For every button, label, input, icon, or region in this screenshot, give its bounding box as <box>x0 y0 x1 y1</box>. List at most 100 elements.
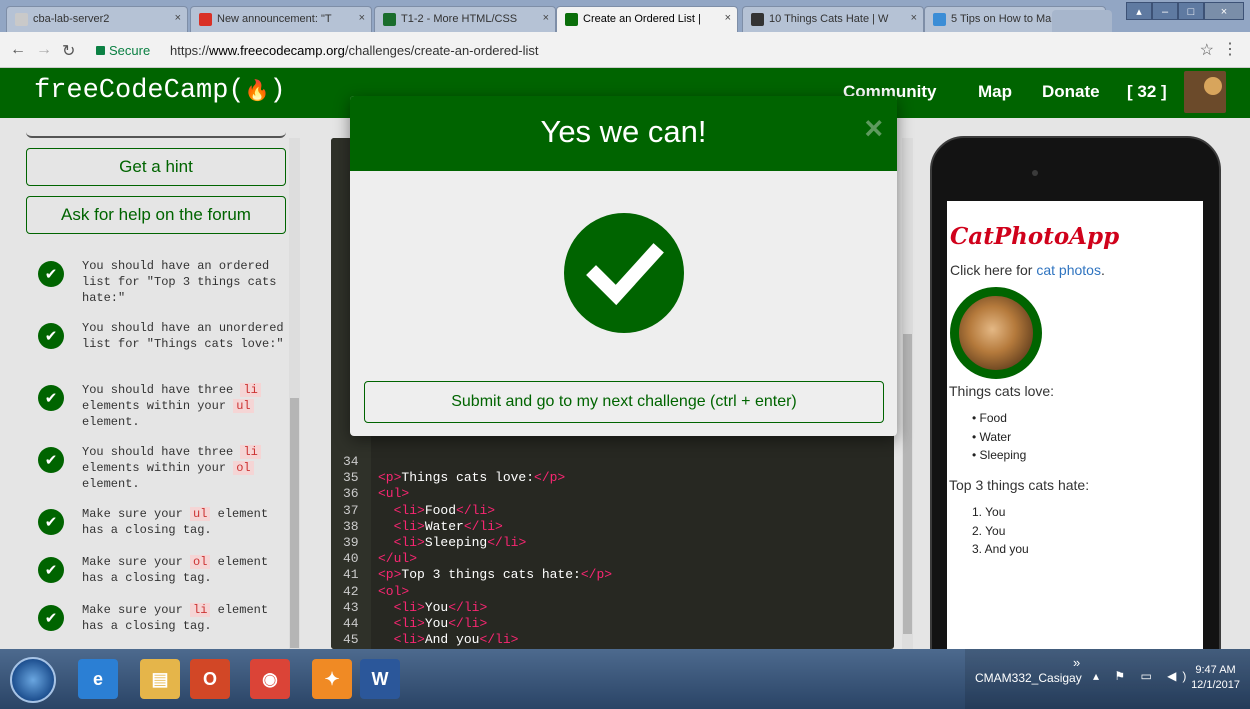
list-item: 3. And you <box>972 542 1029 556</box>
list-item: • Water <box>972 429 1012 444</box>
clock[interactable]: 9:47 AM 12/1/2017 <box>1191 663 1240 693</box>
system-tray: CMAM332_Casigay » ▴ ⚑ ▭ ◀) 9:47 AM 12/1/… <box>965 649 1250 709</box>
tab-close-icon[interactable]: × <box>725 12 731 24</box>
chrome-icon[interactable]: ◉ <box>250 659 290 699</box>
line-number: 35 <box>343 470 359 486</box>
new-tab-button[interactable] <box>1052 10 1112 32</box>
tab-favicon-icon <box>199 13 212 26</box>
tab-label: T1-2 - More HTML/CSS <box>401 13 518 25</box>
reload-icon[interactable]: ↻ <box>62 41 75 61</box>
tab-close-icon[interactable]: × <box>911 12 917 24</box>
click-here-suffix: . <box>1100 262 1105 278</box>
tab-favicon-icon <box>383 13 396 26</box>
cat-photo-image[interactable] <box>950 287 1042 379</box>
ask-forum-button[interactable]: Ask for help on the forum <box>26 196 286 234</box>
tab-close-icon[interactable]: × <box>175 12 181 24</box>
phone-speaker <box>1032 170 1038 176</box>
list-item: • Sleeping <box>972 448 1027 462</box>
list-item: 2. You <box>972 523 1006 538</box>
list-item: • Food <box>972 411 1007 425</box>
window-extra-button[interactable]: ▴ <box>1126 2 1152 20</box>
test-text-part: elements within your <box>82 461 234 475</box>
office-icon[interactable]: O <box>190 659 230 699</box>
code-line: 43 <li>You</li> <box>331 600 894 616</box>
line-number: 44 <box>343 615 359 631</box>
inline-code: ul <box>233 399 254 413</box>
test-text-part: element. <box>82 477 140 491</box>
code-line: 38 <li>Water</li> <box>331 519 894 535</box>
line-source: <p>Top 3 things cats hate:</p> <box>378 567 613 583</box>
instructions-panel: Get a hint Ask for help on the forum ✔ Yo… <box>0 118 300 649</box>
line-source: <li>Sleeping</li> <box>393 534 527 550</box>
code-line: 44 <li>You</li> <box>331 616 894 632</box>
address-bar: ← → ↻ Secure https://www.freecodecamp.or… <box>0 32 1250 68</box>
code-line: 35 <p>Things cats love:</p> <box>331 470 894 486</box>
browser-tab[interactable]: New announcement: "T × <box>190 6 372 32</box>
fcc-logo[interactable]: freeCodeCamp(🔥) <box>34 76 286 106</box>
tray-user-label[interactable]: CMAM332_Casigay <box>975 671 1082 685</box>
close-window-button[interactable]: × <box>1204 2 1244 20</box>
expand-toolbar-icon[interactable]: » <box>1073 655 1080 670</box>
browser-tab[interactable]: Create an Ordered List | × <box>556 6 738 32</box>
test-text-part: element. <box>82 415 140 429</box>
code-line: 37 <li>Food</li> <box>331 503 894 519</box>
test-text-part: Make sure your <box>82 603 191 617</box>
test-item: ✔ You should have three li elements withi… <box>38 444 288 492</box>
test-text: You should have an unordered list for "T… <box>82 321 284 351</box>
forward-icon[interactable]: → <box>36 41 52 59</box>
points-badge[interactable]: [ 32 ] <box>1127 82 1167 102</box>
line-number: 40 <box>343 551 359 567</box>
close-icon[interactable]: × <box>864 110 883 147</box>
firefox-icon[interactable]: ✦ <box>312 659 352 699</box>
start-button[interactable] <box>10 657 56 703</box>
browser-menu-icon[interactable]: ⋮ <box>1222 39 1238 59</box>
scrollbar-thumb[interactable] <box>290 398 299 648</box>
inline-code: li <box>240 383 261 397</box>
browser-tab[interactable]: 10 Things Cats Hate | W × <box>742 6 924 32</box>
modal-title: Yes we can! <box>540 114 707 149</box>
ie-icon[interactable]: e <box>78 659 118 699</box>
word-icon[interactable]: W <box>360 659 400 699</box>
test-text-part: Make sure your <box>82 507 191 521</box>
test-text-part: elements within your <box>82 399 234 413</box>
test-item: ✔ Make sure your li element has a closing… <box>38 602 288 634</box>
get-hint-button[interactable]: Get a hint <box>26 148 286 186</box>
browser-tab[interactable]: cba-lab-server2 × <box>6 6 188 32</box>
line-number: 39 <box>343 534 359 550</box>
tab-label: 5 Tips on How to Make <box>951 13 1063 25</box>
tab-close-icon[interactable]: × <box>359 12 365 24</box>
explorer-icon[interactable]: ▤ <box>140 659 180 699</box>
avatar[interactable] <box>1184 71 1226 113</box>
minimize-button[interactable]: – <box>1152 2 1178 20</box>
instructions-scrollbar[interactable] <box>289 138 300 649</box>
browser-tab[interactable]: T1-2 - More HTML/CSS × <box>374 6 556 32</box>
inline-code: ul <box>190 507 211 521</box>
tray-icons[interactable]: ▴ ⚑ ▭ ◀) <box>1093 669 1192 683</box>
nav-link-donate[interactable]: Donate <box>1042 82 1100 102</box>
tab-close-icon[interactable]: × <box>543 12 549 24</box>
test-pass-check-icon: ✔ <box>38 447 64 473</box>
submit-next-challenge-button[interactable]: Submit and go to my next challenge (ctrl… <box>364 381 884 423</box>
editor-scrollbar[interactable] <box>902 138 913 649</box>
line-source: <li>Food</li> <box>393 502 496 518</box>
url-input[interactable]: Secure https://www.freecodecamp.org/chal… <box>88 37 1208 63</box>
test-text: Make sure your ul element has a closing … <box>82 507 268 537</box>
test-item: ✔ Make sure your ol element has a closing… <box>38 554 288 586</box>
line-source: <li>You</li> <box>393 615 488 631</box>
bookmark-star-icon[interactable]: ☆ <box>1200 40 1214 60</box>
modal-header: Yes we can! × <box>350 96 897 171</box>
flame-icon: 🔥 <box>244 81 270 104</box>
line-number: 43 <box>343 599 359 615</box>
test-pass-check-icon: ✔ <box>38 605 64 631</box>
line-source: <li>Water</li> <box>393 518 503 534</box>
back-icon[interactable]: ← <box>10 41 26 59</box>
line-number: 36 <box>343 486 359 502</box>
scrollbar-thumb[interactable] <box>903 334 912 634</box>
line-number: 45 <box>343 632 359 648</box>
secure-indicator[interactable]: Secure <box>96 43 150 58</box>
nav-link-map[interactable]: Map <box>978 82 1012 102</box>
test-item: ✔ You should have an unordered list for "… <box>38 320 288 352</box>
cat-photos-link[interactable]: cat photos <box>1036 262 1101 278</box>
windows-taskbar: e ▤ O ◉ ✦ W CMAM332_Casigay » ▴ ⚑ ▭ ◀) 9:47 A… <box>0 649 1250 709</box>
maximize-button[interactable]: □ <box>1178 2 1204 20</box>
